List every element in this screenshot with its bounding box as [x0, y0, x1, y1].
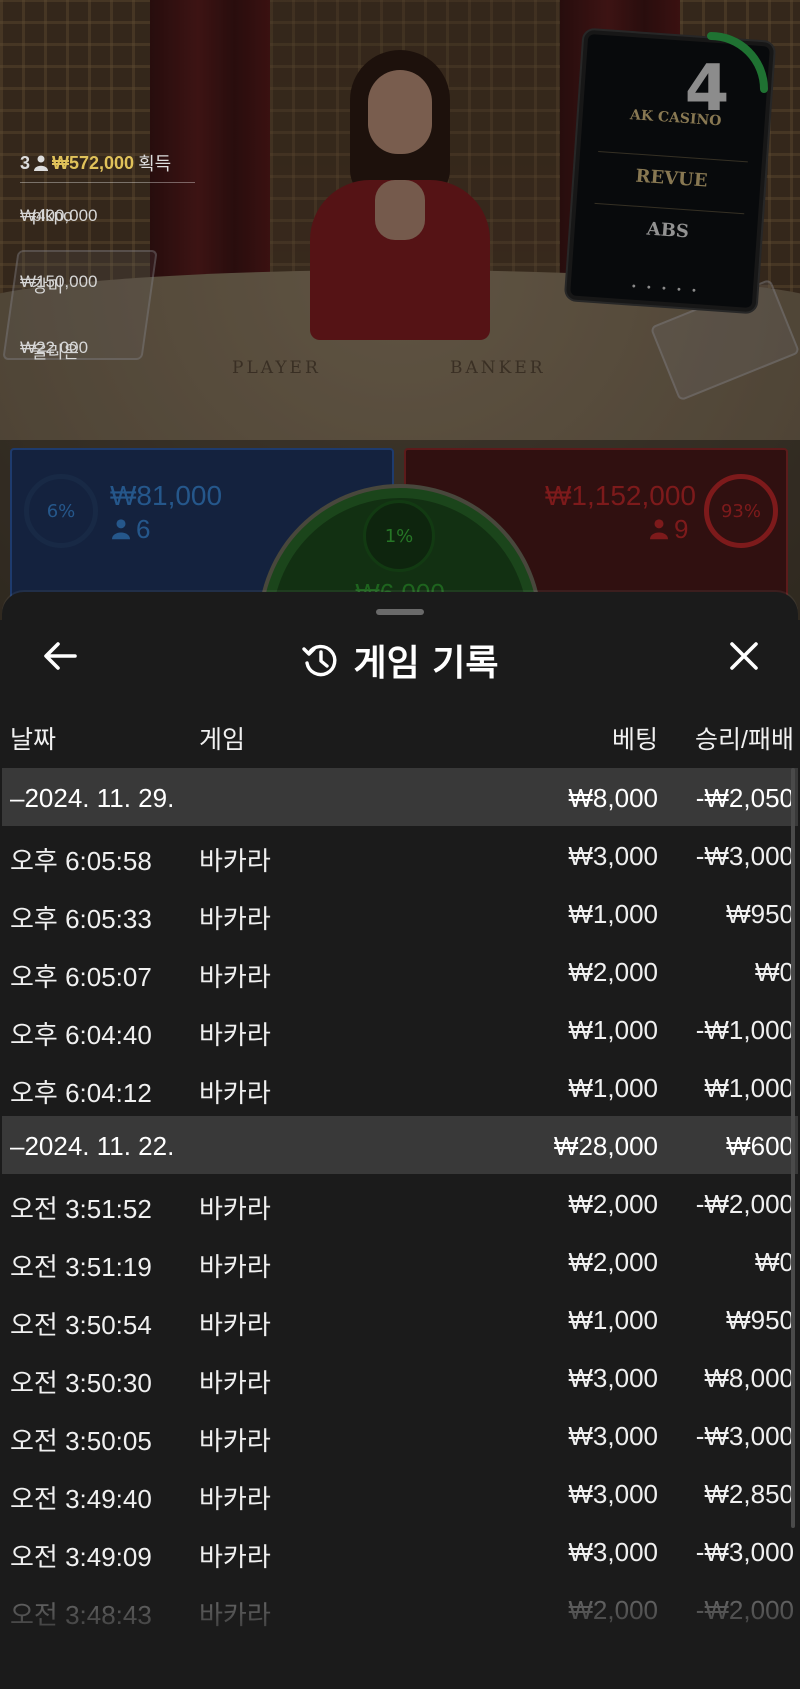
- column-win-loss: 승리/패배: [695, 726, 794, 754]
- group-result-total: ₩600: [726, 1131, 794, 1161]
- sheet-drag-handle[interactable]: [376, 609, 424, 615]
- history-row[interactable]: 오전 3:51:19 바카라 ₩2,000 ₩0: [2, 1232, 798, 1290]
- row-game: 바카라: [199, 846, 271, 876]
- row-result: -₩1,000: [695, 1015, 794, 1045]
- row-time: 오전 3:50:54: [10, 1310, 152, 1340]
- winners-count: 3: [20, 152, 31, 173]
- winners-total: ₩572,000: [52, 152, 135, 173]
- history-scrollbar[interactable]: [791, 768, 795, 1528]
- row-result: ₩1,000: [704, 1073, 794, 1103]
- row-result: ₩0: [755, 957, 794, 987]
- row-result: -₩3,000: [695, 1421, 794, 1451]
- date-group-header[interactable]: –2024. 11. 22. ₩28,000 ₩600: [2, 1116, 798, 1174]
- row-time: 오후 6:04:12: [10, 1078, 152, 1108]
- sheet-header: 게임 기록: [2, 634, 798, 686]
- group-bet-total: ₩28,000: [553, 1131, 658, 1161]
- winner-name: 강미: [32, 277, 64, 296]
- row-time: 오전 3:49:40: [10, 1484, 152, 1514]
- row-game: 바카라: [199, 1542, 271, 1572]
- history-row[interactable]: 오전 3:50:54 바카라 ₩1,000 ₩950: [2, 1290, 798, 1348]
- winner-row: ₩400,000 plkpo: [20, 191, 195, 249]
- column-date: 날짜: [10, 726, 57, 754]
- close-button[interactable]: [720, 632, 768, 680]
- row-game: 바카라: [199, 962, 271, 992]
- row-time: 오전 3:49:09: [10, 1542, 152, 1572]
- row-result: -₩3,000: [695, 841, 794, 871]
- date-group-header[interactable]: –2024. 11. 29. ₩8,000 -₩2,050: [2, 768, 798, 826]
- row-bet: ₩1,000: [568, 1305, 658, 1335]
- row-game: 바카라: [199, 904, 271, 934]
- winners-headline: 3 ₩572,000 획득: [20, 150, 195, 176]
- group-date: –2024. 11. 29.: [10, 783, 175, 813]
- row-game: 바카라: [199, 1484, 271, 1514]
- winner-row: ₩150,000 강미: [20, 257, 195, 315]
- row-game: 바카라: [199, 1078, 271, 1108]
- history-row[interactable]: 오후 6:05:07 바카라 ₩2,000 ₩0: [2, 942, 798, 1000]
- row-time: 오전 3:51:52: [10, 1194, 152, 1224]
- row-time: 오후 6:05:07: [10, 962, 152, 992]
- winner-name: plkpo: [32, 206, 73, 225]
- column-header-row: 날짜 게임 베팅 승리/패배: [2, 710, 798, 760]
- row-bet: ₩3,000: [568, 1421, 658, 1451]
- column-bet: 베팅: [611, 726, 658, 754]
- history-row[interactable]: 오후 6:04:40 바카라 ₩1,000 -₩1,000: [2, 1000, 798, 1058]
- row-bet: ₩1,000: [568, 1015, 658, 1045]
- group-result-total: -₩2,050: [695, 783, 794, 813]
- row-bet: ₩2,000: [568, 957, 658, 987]
- row-bet: ₩1,000: [568, 899, 658, 929]
- winner-row: ₩22,000 올리온: [20, 323, 195, 381]
- row-result: ₩8,000: [704, 1363, 794, 1393]
- row-time: 오전 3:50:05: [10, 1426, 152, 1456]
- row-game: 바카라: [199, 1310, 271, 1340]
- row-time: 오후 6:05:58: [10, 846, 152, 876]
- row-bet: ₩2,000: [568, 1247, 658, 1277]
- row-game: 바카라: [199, 1368, 271, 1398]
- row-time: 오전 3:51:19: [10, 1252, 152, 1282]
- history-list[interactable]: –2024. 11. 29. ₩8,000 -₩2,050 오후 6:05:58…: [2, 768, 798, 1638]
- row-result: ₩950: [726, 1305, 794, 1335]
- close-icon: [730, 642, 758, 670]
- column-game: 게임: [199, 726, 246, 754]
- history-row[interactable]: 오후 6:05:33 바카라 ₩1,000 ₩950: [2, 884, 798, 942]
- row-game: 바카라: [199, 1020, 271, 1050]
- row-result: ₩2,850: [704, 1479, 794, 1509]
- row-result: -₩2,000: [695, 1189, 794, 1219]
- winners-overlay: 3 ₩572,000 획득 ₩400,000 plkpo ₩150,000 강미 ₩…: [20, 150, 195, 389]
- person-icon: [34, 155, 49, 171]
- row-bet: ₩1,000: [568, 1073, 658, 1103]
- row-time: 오후 6:04:40: [10, 1020, 152, 1050]
- row-result: -₩3,000: [695, 1537, 794, 1567]
- row-bet: ₩3,000: [568, 1479, 658, 1509]
- row-result: ₩950: [726, 899, 794, 929]
- history-row[interactable]: 오전 3:51:52 바카라 ₩2,000 -₩2,000: [2, 1174, 798, 1232]
- history-row[interactable]: 오후 6:04:12 바카라 ₩1,000 ₩1,000: [2, 1058, 798, 1116]
- history-clock-icon: [302, 644, 337, 677]
- row-bet: ₩3,000: [568, 841, 658, 871]
- row-bet: ₩2,000: [568, 1189, 658, 1219]
- row-game: 바카라: [199, 1426, 271, 1456]
- history-row[interactable]: 오전 3:50:05 바카라 ₩3,000 -₩3,000: [2, 1406, 798, 1464]
- group-date: –2024. 11. 22.: [10, 1131, 175, 1161]
- history-row[interactable]: 오전 3:49:40 바카라 ₩3,000 ₩2,850: [2, 1464, 798, 1522]
- winner-name: 올리온: [32, 343, 79, 362]
- group-bet-total: ₩8,000: [568, 783, 658, 813]
- history-row[interactable]: 오전 3:49:09 바카라 ₩3,000 -₩3,000: [2, 1522, 798, 1580]
- row-bet: ₩3,000: [568, 1537, 658, 1567]
- winners-suffix: 획득: [138, 154, 172, 174]
- row-result: ₩0: [755, 1247, 794, 1277]
- row-bet: ₩3,000: [568, 1363, 658, 1393]
- row-game: 바카라: [199, 1194, 271, 1224]
- row-time: 오후 6:05:33: [10, 904, 152, 934]
- history-row[interactable]: 오후 6:05:58 바카라 ₩3,000 -₩3,000: [2, 826, 798, 884]
- row-game: 바카라: [199, 1252, 271, 1282]
- history-row[interactable]: 오전 3:50:30 바카라 ₩3,000 ₩8,000: [2, 1348, 798, 1406]
- game-history-sheet: 게임 기록 날짜 게임 베팅 승리/패배 –2024. 11. 29. ₩8,0…: [2, 592, 798, 1689]
- row-time: 오전 3:50:30: [10, 1368, 152, 1398]
- sheet-title: 게임 기록: [353, 643, 499, 684]
